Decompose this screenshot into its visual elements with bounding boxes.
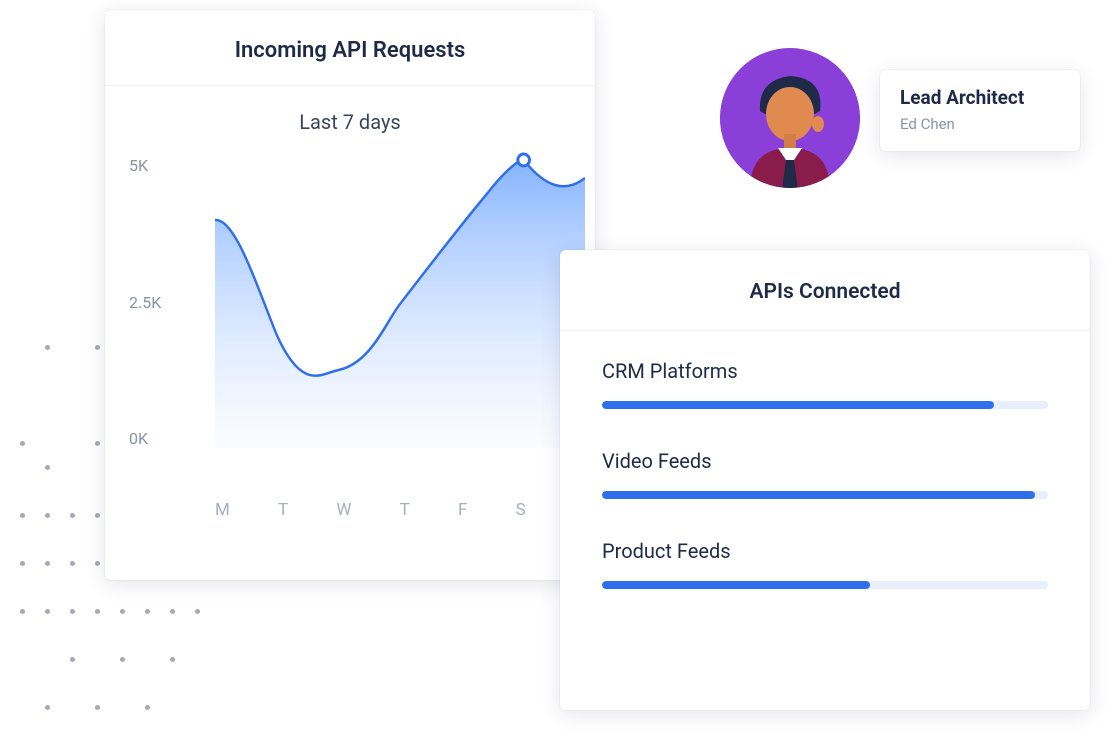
y-tick-label: 5K bbox=[129, 156, 161, 175]
progress-fill bbox=[602, 581, 870, 589]
progress-track bbox=[602, 491, 1048, 499]
chart-y-axis: 5K 2.5K 0K bbox=[129, 148, 161, 478]
progress-track bbox=[602, 401, 1048, 409]
api-row: CRM Platforms bbox=[602, 359, 1048, 409]
api-row: Product Feeds bbox=[602, 539, 1048, 589]
api-label: Video Feeds bbox=[602, 449, 1048, 473]
chart-subtitle: Last 7 days bbox=[105, 86, 595, 142]
profile-card: Lead Architect Ed Chen bbox=[880, 70, 1080, 151]
chart-plot bbox=[215, 148, 585, 448]
profile-name: Ed Chen bbox=[900, 115, 1060, 133]
x-tick-label: T bbox=[278, 500, 289, 520]
chart-highlight-point bbox=[518, 154, 530, 166]
avatar-illustration bbox=[720, 48, 860, 188]
chart-body: 5K 2.5K 0K bbox=[105, 148, 595, 478]
chart-x-axis: M T W T F S S bbox=[215, 500, 585, 520]
chart-title: Incoming API Requests bbox=[105, 10, 595, 86]
x-tick-label: S bbox=[516, 500, 527, 520]
progress-fill bbox=[602, 401, 994, 409]
avatar bbox=[720, 48, 860, 188]
apis-connected-card: APIs Connected CRM Platforms Video Feeds… bbox=[560, 250, 1090, 710]
profile-role: Lead Architect bbox=[900, 86, 1060, 109]
y-tick-label: 2.5K bbox=[129, 293, 161, 312]
y-tick-label: 0K bbox=[129, 429, 161, 448]
x-tick-label: W bbox=[336, 500, 352, 520]
area-chart-svg bbox=[215, 148, 585, 448]
api-label: CRM Platforms bbox=[602, 359, 1048, 383]
apis-connected-title: APIs Connected bbox=[560, 250, 1090, 331]
apis-connected-body: CRM Platforms Video Feeds Product Feeds bbox=[560, 331, 1090, 639]
api-label: Product Feeds bbox=[602, 539, 1048, 563]
incoming-api-requests-card: Incoming API Requests Last 7 days 5K 2.5… bbox=[105, 10, 595, 580]
progress-track bbox=[602, 581, 1048, 589]
api-row: Video Feeds bbox=[602, 449, 1048, 499]
progress-fill bbox=[602, 491, 1035, 499]
x-tick-label: M bbox=[215, 500, 231, 520]
x-tick-label: F bbox=[458, 500, 468, 520]
x-tick-label: T bbox=[400, 500, 411, 520]
